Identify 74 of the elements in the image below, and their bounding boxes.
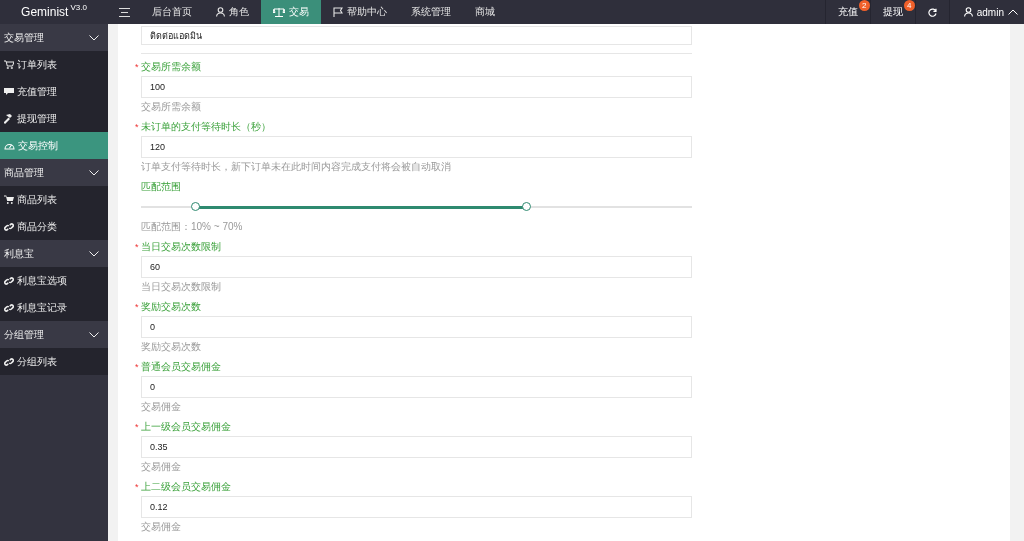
required-mark: *	[135, 122, 137, 132]
nav-tab[interactable]: 交易	[261, 0, 321, 24]
slider-handle[interactable]	[521, 202, 531, 211]
required-mark: *	[135, 422, 137, 432]
input-field[interactable]: ติดต่อแอดมิน	[141, 26, 692, 45]
sidebar-item[interactable]: 分组列表	[0, 348, 108, 375]
link-icon	[4, 275, 14, 286]
app-name: Geminist	[21, 5, 69, 19]
link-icon	[4, 356, 14, 367]
field-label: 上二级会员交易佣金	[141, 480, 231, 494]
chevron-icon	[89, 169, 99, 176]
chevron-icon	[89, 34, 99, 41]
sidebar-item[interactable]: 商品列表	[0, 186, 108, 213]
input-field[interactable]: 60	[141, 256, 692, 278]
field-label: 匹配范围	[141, 180, 181, 194]
input-field[interactable]: 100	[141, 76, 692, 98]
link-icon	[4, 221, 14, 232]
link-icon	[4, 302, 14, 313]
scale-icon	[273, 7, 285, 17]
chevron-icon	[89, 331, 99, 338]
field-label: 奖励交易次数	[141, 300, 201, 314]
required-mark: *	[135, 62, 137, 72]
nav-tab[interactable]: 帮助中心	[321, 0, 399, 24]
field-label: 普通会员交易佣金	[141, 360, 221, 374]
chat-icon	[4, 87, 14, 96]
help-text: 交易所需余额	[141, 101, 202, 113]
sidebar-item[interactable]: 商品分类	[0, 213, 108, 240]
help-text: 交易佣金	[141, 521, 182, 533]
flag-icon	[333, 7, 343, 17]
sidebar-section[interactable]: 利息宝	[0, 240, 108, 267]
field-label: 交易所需余额	[141, 60, 201, 74]
sidebar-item[interactable]: 提现管理	[0, 105, 108, 132]
help-text: 交易佣金	[141, 461, 182, 473]
slider-handle[interactable]	[191, 202, 201, 211]
sidebar-section[interactable]: 分组管理	[0, 321, 108, 348]
sidebar-item[interactable]: 利息宝记录	[0, 294, 108, 321]
required-mark: *	[135, 362, 137, 372]
nav-tab[interactable]: 后台首页	[140, 0, 204, 24]
sidebar-item[interactable]: 订单列表	[0, 51, 108, 78]
sidebar-item[interactable]: 利息宝选项	[0, 267, 108, 294]
input-field[interactable]: 0.35	[141, 436, 692, 458]
version-label: V3.0	[70, 3, 87, 12]
field-label: 未订单的支付等待时长（秒）	[141, 120, 271, 134]
required-mark: *	[135, 482, 137, 492]
field-label: 当日交易次数限制	[141, 240, 221, 254]
input-field[interactable]: 0.12	[141, 496, 692, 518]
help-text: 订单支付等待时长，新下订单未在此时间内容完成支付将会被自动取消	[141, 161, 452, 173]
input-field[interactable]: 0	[141, 376, 692, 398]
cart-icon	[4, 195, 14, 204]
cart-icon	[4, 60, 14, 69]
input-field[interactable]: 120	[141, 136, 692, 158]
chevron-icon	[89, 250, 99, 257]
help-text: 当日交易次数限制	[141, 281, 222, 293]
user-icon	[216, 7, 225, 17]
gauge-icon	[4, 141, 15, 150]
chevron-icon	[1008, 9, 1018, 15]
nav-tab[interactable]: 角色	[204, 0, 261, 24]
help-text: 交易佣金	[141, 401, 182, 413]
sidebar-item[interactable]: 交易控制	[0, 132, 108, 159]
user-icon	[963, 7, 973, 17]
sidebar-item[interactable]: 充值管理	[0, 78, 108, 105]
help-text: 匹配范围：10% ~ 70%	[141, 221, 244, 233]
sidebar-section[interactable]: 商品管理	[0, 159, 108, 186]
input-field[interactable]: 0	[141, 316, 692, 338]
required-mark: *	[135, 242, 137, 252]
required-mark: *	[135, 302, 137, 312]
hammer-icon	[4, 113, 14, 124]
count-badge: 2	[858, 0, 870, 11]
help-text: 奖励交易次数	[141, 341, 202, 353]
count-badge: 4	[903, 0, 915, 11]
field-label: 上一级会员交易佣金	[141, 420, 231, 434]
nav-tab[interactable]: 商城	[463, 0, 507, 24]
sidebar-section[interactable]: 交易管理	[0, 24, 108, 51]
nav-tab[interactable]: 系统管理	[399, 0, 463, 24]
